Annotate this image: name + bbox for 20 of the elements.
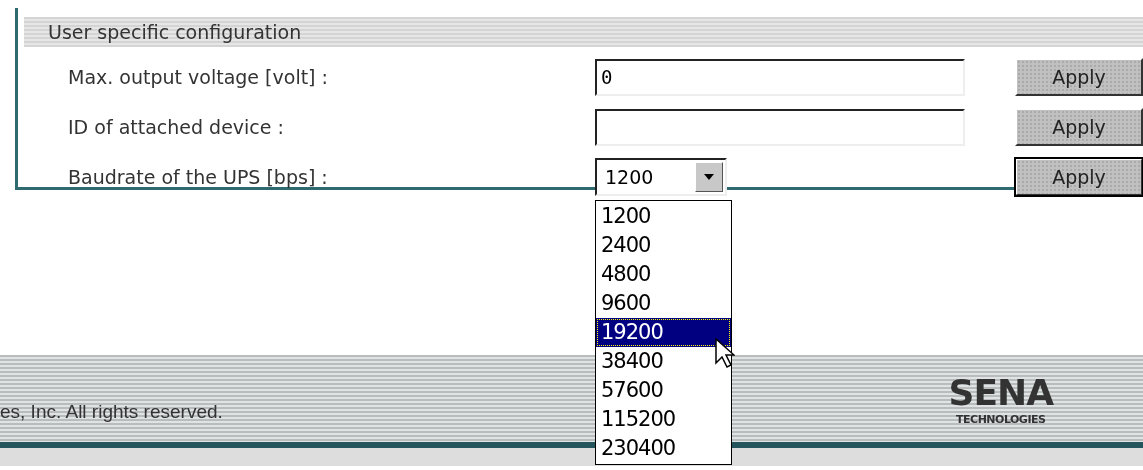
section-header: User specific configuration xyxy=(24,17,1143,47)
logo-subtitle: TECHNOLOGIES xyxy=(956,412,1046,426)
select-field[interactable]: 1200 xyxy=(595,158,727,196)
dropdown-option[interactable]: 57600 xyxy=(596,376,731,405)
dropdown-option[interactable]: 2400 xyxy=(596,231,731,260)
apply-button[interactable]: Apply xyxy=(1015,108,1143,146)
dropdown-option[interactable]: 1200 xyxy=(596,202,731,231)
copyright-text: es, Inc. All rights reserved. xyxy=(0,400,223,423)
apply-button[interactable]: Apply xyxy=(1015,158,1143,196)
logo-text: SENA xyxy=(948,371,1053,413)
dropdown-option[interactable]: 4800 xyxy=(596,260,731,289)
setting-label: Max. output voltage [volt] : xyxy=(68,66,329,88)
dropdown-option[interactable]: 9600 xyxy=(596,289,731,318)
dropdown-option[interactable]: 115200 xyxy=(596,405,731,434)
setting-label: ID of attached device : xyxy=(68,116,285,138)
dropdown-option[interactable]: 19200 xyxy=(596,318,731,347)
input-field[interactable]: 0 xyxy=(595,58,965,96)
apply-button[interactable]: Apply xyxy=(1015,58,1143,96)
setting-label: Baudrate of the UPS [bps] : xyxy=(68,166,329,188)
dropdown-option[interactable]: 230400 xyxy=(596,434,731,463)
